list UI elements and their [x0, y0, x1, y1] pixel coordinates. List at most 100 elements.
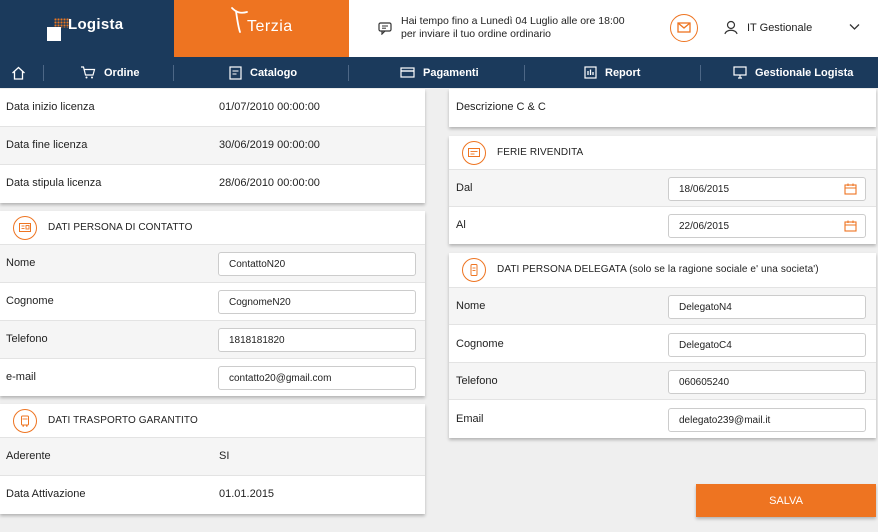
- delegate-surname-input[interactable]: DelegatoC4: [668, 333, 866, 357]
- document-icon: [229, 65, 242, 80]
- contact-surname-input[interactable]: CognomeN20: [218, 290, 416, 314]
- chevron-down-icon[interactable]: [849, 23, 860, 31]
- delegate-email-label: Email: [456, 413, 484, 425]
- logista-logo-text: Logista: [68, 16, 124, 33]
- transport-panel: DATI TRASPORTO GARANTITO Aderente SI Dat…: [0, 404, 425, 514]
- delegate-email-input[interactable]: delegato239@mail.it: [668, 408, 866, 432]
- delegate-section-title: DATI PERSONA DELEGATA (solo se la ragion…: [497, 264, 819, 275]
- delegate-name-input[interactable]: DelegatoN4: [668, 295, 866, 319]
- delegate-phone-label: Telefono: [456, 375, 498, 387]
- nav-catalogo[interactable]: Catalogo: [229, 57, 297, 88]
- monitor-icon: [733, 66, 747, 79]
- header: Logista Terzia Hai tempo fino a Lunedì 0…: [0, 0, 878, 57]
- transport-section-header: DATI TRASPORTO GARANTITO: [0, 404, 425, 438]
- delegate-icon-circle: [462, 258, 486, 282]
- terzia-logo[interactable]: Terzia: [174, 0, 349, 57]
- mail-button[interactable]: [670, 14, 698, 42]
- holidays-panel: FERIE RIVENDITA Dal 18/06/2015 Al 22/06/…: [449, 136, 876, 244]
- transport-activation-value: 01.01.2015: [219, 488, 275, 500]
- save-button[interactable]: SALVA: [696, 484, 876, 517]
- contact-phone-label: Telefono: [6, 333, 48, 345]
- terzia-logo-text: Terzia: [247, 18, 293, 35]
- contact-email-label: e-mail: [6, 371, 36, 383]
- calendar-icon[interactable]: [844, 183, 857, 195]
- contact-row: Telefono 1818181820: [0, 321, 425, 359]
- delegate-panel: DATI PERSONA DELEGATA (solo se la ragion…: [449, 253, 876, 438]
- nav-pagamenti[interactable]: Pagamenti: [400, 57, 479, 88]
- contact-row: Cognome CognomeN20: [0, 283, 425, 321]
- holidays-from-value: 18/06/2015: [679, 184, 730, 195]
- contact-phone-input[interactable]: 1818181820: [218, 328, 416, 352]
- phone-icon: [470, 264, 478, 276]
- contact-section-header: DATI PERSONA DI CONTATTO: [0, 211, 425, 245]
- user-name: IT Gestionale: [747, 22, 813, 34]
- mail-icon: [677, 22, 691, 33]
- nav-ordine[interactable]: Ordine: [80, 57, 139, 88]
- delegate-row: Telefono 060605240: [449, 363, 876, 400]
- holidays-to-label: Al: [456, 219, 466, 231]
- message-line-1: Hai tempo fino a Lunedì 04 Luglio alle o…: [401, 15, 625, 27]
- nav-ordine-label: Ordine: [104, 66, 140, 79]
- contact-row: Nome ContattoN20: [0, 245, 425, 283]
- cc-panel: Descrizione C & C: [449, 89, 876, 127]
- contact-panel: DATI PERSONA DI CONTATTO Nome ContattoN2…: [0, 211, 425, 396]
- contact-name-label: Nome: [6, 257, 36, 269]
- transport-row: Data Attivazione 01.01.2015: [0, 476, 425, 514]
- card-icon: [400, 67, 415, 78]
- delegate-row: Email delegato239@mail.it: [449, 401, 876, 438]
- calendar-card-icon: [468, 148, 480, 157]
- holidays-section-title: FERIE RIVENDITA: [497, 147, 584, 158]
- nav-separator: [348, 65, 349, 81]
- contact-section-title: DATI PERSONA DI CONTATTO: [48, 222, 193, 233]
- license-row: Data stipula licenza 28/06/2010 00:00:00: [0, 165, 425, 203]
- nav-home[interactable]: [11, 57, 34, 88]
- transport-icon-circle: [13, 409, 37, 433]
- license-signed-value: 28/06/2010 00:00:00: [219, 177, 320, 189]
- calendar-icon[interactable]: [844, 220, 857, 232]
- delegate-phone-input[interactable]: 060605240: [668, 370, 866, 394]
- nav-separator: [700, 65, 701, 81]
- nav-separator: [524, 65, 525, 81]
- logista-logo[interactable]: Logista: [0, 0, 174, 57]
- transport-row: Aderente SI: [0, 438, 425, 476]
- truck-icon: [21, 415, 29, 427]
- contact-surname-label: Cognome: [6, 295, 54, 307]
- license-signed-label: Data stipula licenza: [6, 177, 102, 189]
- cc-description-label: Descrizione C & C: [456, 101, 546, 113]
- holidays-icon-circle: [462, 141, 486, 165]
- license-start-label: Data inizio licenza: [6, 101, 95, 113]
- contact-email-input[interactable]: contatto20@gmail.com: [218, 366, 416, 390]
- holidays-row: Dal 18/06/2015: [449, 170, 876, 207]
- holidays-section-header: FERIE RIVENDITA: [449, 136, 876, 170]
- contact-name-input[interactable]: ContattoN20: [218, 252, 416, 276]
- nav-gestionale-logista[interactable]: Gestionale Logista: [733, 57, 853, 88]
- nav-pagamenti-label: Pagamenti: [423, 66, 479, 79]
- nav-report[interactable]: Report: [584, 57, 640, 88]
- report-icon: [584, 66, 597, 79]
- chat-icon: [378, 22, 392, 35]
- license-end-label: Data fine licenza: [6, 139, 88, 151]
- holidays-row: Al 22/06/2015: [449, 207, 876, 244]
- holidays-from-label: Dal: [456, 182, 473, 194]
- message-line-2: per inviare il tuo ordine ordinario: [401, 28, 551, 40]
- transport-section-title: DATI TRASPORTO GARANTITO: [48, 415, 198, 426]
- id-card-icon: [19, 223, 31, 232]
- main-nav: Ordine Catalogo Pagamenti Report Gestion…: [0, 57, 878, 88]
- transport-activation-label: Data Attivazione: [6, 488, 86, 500]
- logo-square: [47, 27, 61, 41]
- cart-icon: [81, 66, 96, 79]
- delegate-row: Cognome DelegatoC4: [449, 326, 876, 363]
- delegate-surname-label: Cognome: [456, 338, 504, 350]
- delegate-name-label: Nome: [456, 300, 486, 312]
- nav-report-label: Report: [605, 66, 641, 79]
- delegate-row: Nome DelegatoN4: [449, 288, 876, 325]
- holidays-to-input[interactable]: 22/06/2015: [668, 214, 866, 238]
- holidays-from-input[interactable]: 18/06/2015: [668, 177, 866, 201]
- license-end-value: 30/06/2019 00:00:00: [219, 139, 320, 151]
- license-start-value: 01/07/2010 00:00:00: [219, 101, 320, 113]
- cc-row: Descrizione C & C: [449, 89, 876, 126]
- nav-catalogo-label: Catalogo: [250, 66, 298, 79]
- transport-member-label: Aderente: [6, 450, 51, 462]
- user-icon: [724, 20, 738, 35]
- contact-card-icon-circle: [13, 216, 37, 240]
